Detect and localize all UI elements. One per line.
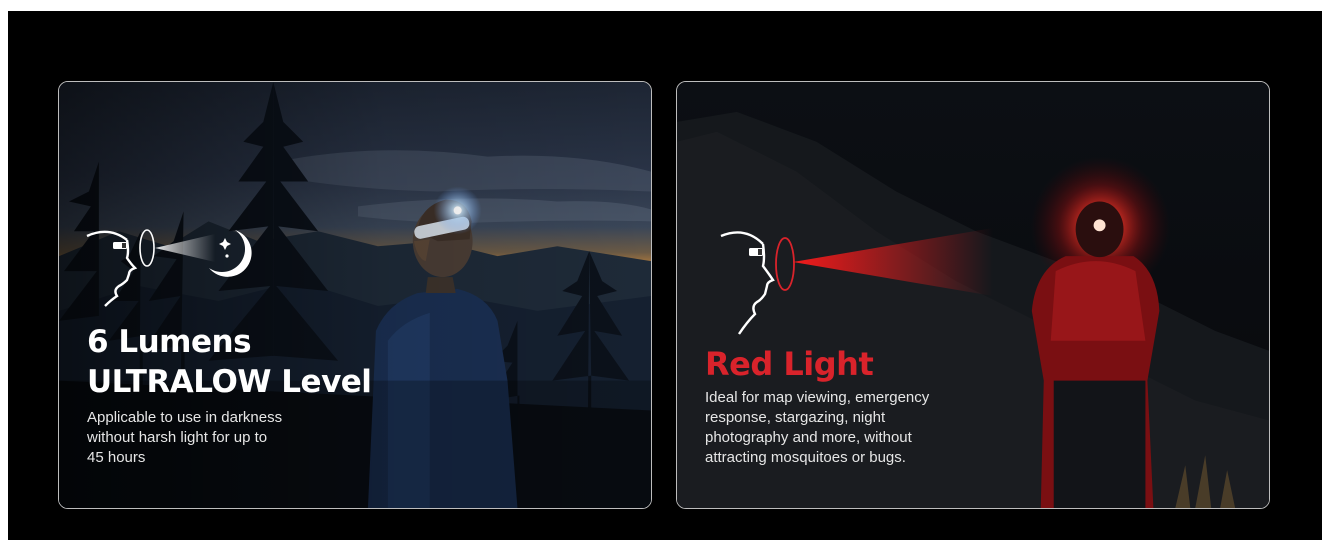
card-headline: 6 Lumens ULTRALOW Level xyxy=(87,324,372,400)
card-headline: Red Light xyxy=(705,345,874,383)
card-description: Ideal for map viewing, emergency respons… xyxy=(705,389,930,466)
card-description: Applicable to use in darkness without ha… xyxy=(87,409,283,466)
red-beam-icon xyxy=(793,228,993,296)
feature-card-ultralow: 6 Lumens ULTRALOW Level Applicable to us… xyxy=(58,81,652,509)
feature-section: 6 Lumens ULTRALOW Level Applicable to us… xyxy=(8,11,1322,540)
feature-card-red-light: Red Light Ideal for map viewing, emergen… xyxy=(676,81,1270,509)
headlamp-head-red-icon xyxy=(720,231,795,335)
headlamp-head-icon xyxy=(86,229,155,307)
moon-icon xyxy=(209,230,252,277)
